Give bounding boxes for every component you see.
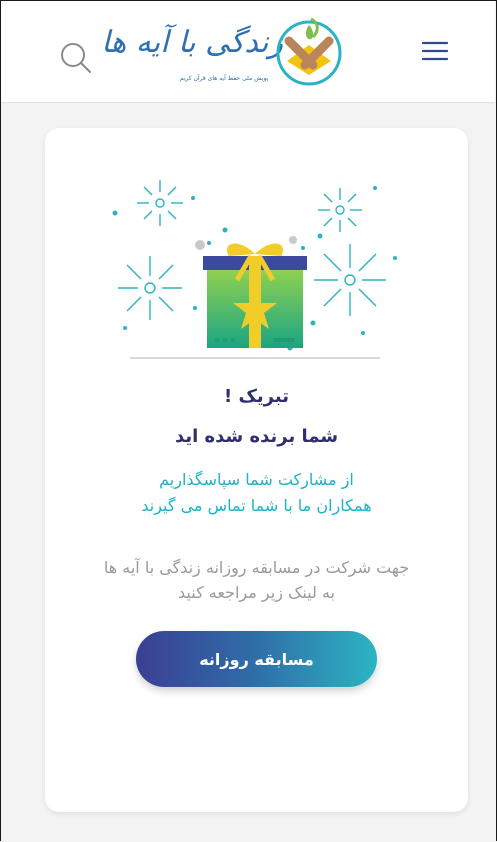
search-icon[interactable] xyxy=(59,41,93,75)
winner-heading: شما برنده شده اید xyxy=(174,426,339,447)
hamburger-menu-icon[interactable] xyxy=(421,41,449,61)
logo-subtitle: پویش ملی حفظ آیه های قرآن کریم xyxy=(179,75,269,82)
daily-contest-button[interactable]: مسابقه روزانه xyxy=(136,631,377,687)
daily-contest-button-label: مسابقه روزانه xyxy=(199,649,314,669)
congrats-heading: تبریک ! xyxy=(224,386,289,407)
app-header: زندگی با آیه ها پویش ملی حفظ آیه های قرآ… xyxy=(1,1,495,103)
winner-card: تبریک ! شما برنده شده اید از مشارکت شما … xyxy=(45,128,468,812)
gift-box-icon xyxy=(203,243,307,348)
info-line-2: به لینک زیر مراجعه کنید xyxy=(178,583,335,602)
gift-celebration-illustration xyxy=(112,180,397,359)
thanks-line-2: همکاران ما با شما تماس می گیرند xyxy=(141,496,372,515)
app-logo[interactable]: زندگی با آیه ها پویش ملی حفظ آیه های قرآ… xyxy=(101,9,351,95)
logo-title: زندگی با آیه ها xyxy=(101,25,283,60)
firework-left-icon xyxy=(137,180,183,226)
thanks-line-1: از مشارکت شما سپاسگذاریم xyxy=(159,470,354,489)
info-line-1: جهت شرکت در مسابقه روزانه زندگی با آیه ه… xyxy=(103,558,410,577)
quran-emblem-icon xyxy=(276,17,342,86)
